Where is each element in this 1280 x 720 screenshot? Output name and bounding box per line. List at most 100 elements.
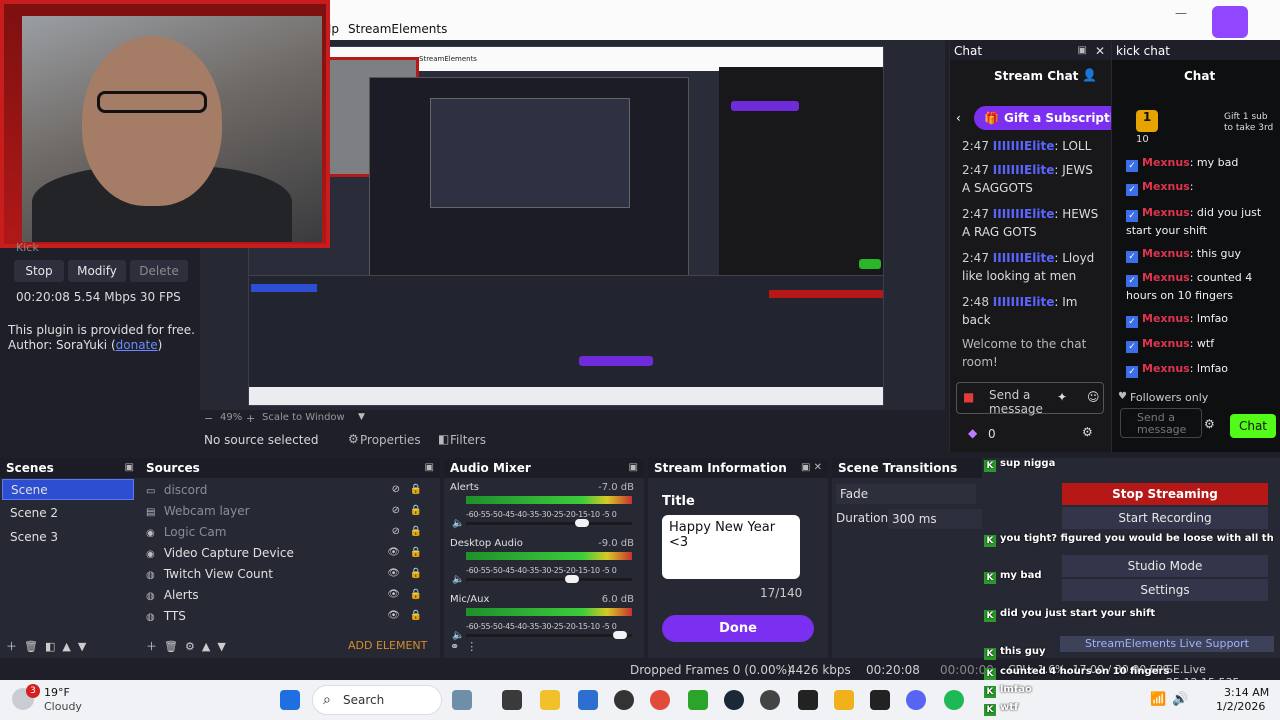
eye-icon[interactable]: 👁 [387, 585, 400, 605]
kick-username[interactable]: Mexnus [1142, 180, 1190, 193]
stop-streaming-button[interactable]: Stop Streaming [1062, 483, 1268, 505]
move-up-icon[interactable]: ▲ [202, 640, 210, 653]
file-explorer-icon[interactable] [540, 690, 560, 710]
volume-slider-handle[interactable] [565, 575, 579, 583]
scene-item[interactable]: Scene [2, 479, 134, 500]
discord-icon[interactable] [906, 690, 926, 710]
lock-icon[interactable]: 🔒 [410, 522, 422, 542]
speaker-icon[interactable]: 🔈 [452, 630, 464, 641]
undock-icon[interactable]: ▣ [1078, 42, 1087, 60]
add-element-button[interactable]: ADD ELEMENT [348, 639, 427, 652]
stop-button[interactable]: Stop [14, 260, 64, 282]
scale-dropdown-icon[interactable]: ▼ [358, 412, 365, 422]
app-icon[interactable] [760, 690, 780, 710]
gear-icon[interactable]: ⚙ [185, 640, 195, 653]
rockstar-icon[interactable] [834, 690, 854, 710]
undock-icon[interactable]: ▣ [125, 458, 134, 478]
speaker-icon[interactable]: 🔈 [452, 518, 464, 529]
chat-username[interactable]: IIIIIIIElite [993, 251, 1055, 265]
move-up-icon[interactable]: ▲ [62, 640, 70, 653]
volume-slider[interactable] [466, 575, 632, 583]
trash-icon[interactable]: 🗑 [24, 640, 38, 653]
kick-username[interactable]: Mexnus [1142, 312, 1190, 325]
users-icon[interactable]: 👤 [1082, 68, 1097, 82]
source-item[interactable]: ◉ Video Capture Device 👁 🔒 [146, 543, 436, 563]
properties-button[interactable]: Properties [360, 433, 421, 447]
filters-button[interactable]: Filters [450, 433, 486, 447]
eye-off-icon[interactable]: ⊘ [392, 480, 400, 500]
source-item[interactable]: ◍ Alerts 👁 🔒 [146, 585, 436, 605]
eye-icon[interactable]: 👁 [387, 543, 400, 563]
source-item[interactable]: ◍ TTS 👁 🔒 [146, 606, 436, 626]
start-recording-button[interactable]: Start Recording [1062, 507, 1268, 529]
camera-icon[interactable]: ■ [963, 390, 974, 404]
kick-username[interactable]: Mexnus [1142, 337, 1190, 350]
source-item[interactable]: ◍ Twitch View Count 👁 🔒 [146, 564, 436, 584]
transition-select[interactable]: Fade [836, 484, 976, 504]
zoom-plus-icon[interactable]: + [246, 412, 255, 425]
volume-slider[interactable] [466, 631, 632, 639]
move-down-icon[interactable]: ▼ [217, 640, 225, 653]
lock-icon[interactable]: 🔒 [410, 543, 422, 563]
calculator-icon[interactable] [578, 690, 598, 710]
trash-icon[interactable]: 🗑 [164, 640, 178, 653]
volume-slider-handle[interactable] [613, 631, 627, 639]
kick-username[interactable]: Mexnus [1142, 206, 1190, 219]
lock-icon[interactable]: 🔒 [410, 480, 422, 500]
back-chevron-icon[interactable]: ‹ [956, 111, 961, 125]
eye-off-icon[interactable]: ⊘ [392, 522, 400, 542]
minimize-icon[interactable]: — [1175, 6, 1187, 20]
taskbar-search[interactable]: ⌕ Search [312, 685, 442, 715]
copilot-icon[interactable] [452, 690, 472, 710]
eye-icon[interactable]: 👁 [387, 606, 400, 626]
kick-username[interactable]: Mexnus [1142, 271, 1190, 284]
donate-link[interactable]: donate [116, 338, 158, 352]
duration-input[interactable]: 300 ms [888, 509, 982, 529]
lock-icon[interactable]: 🔒 [410, 501, 422, 521]
obs-icon[interactable] [614, 690, 634, 710]
lock-icon[interactable]: 🔒 [410, 585, 422, 605]
delete-button[interactable]: Delete [130, 260, 188, 282]
lock-icon[interactable]: 🔒 [410, 564, 422, 584]
source-item[interactable]: ▭ discord ⊘ 🔒 [146, 480, 436, 500]
kick-chat-button[interactable]: Chat [1230, 414, 1276, 438]
undock-icon[interactable]: ▣ [425, 458, 434, 478]
speaker-icon[interactable]: 🔈 [452, 574, 464, 585]
windows-start-icon[interactable] [280, 690, 300, 710]
epic-games-icon[interactable] [798, 690, 818, 710]
xbox-icon[interactable] [688, 690, 708, 710]
gift-subscription-button[interactable]: 🎁 Gift a Subscription [974, 106, 1114, 130]
chat-username[interactable]: IIIIIIIElite [993, 207, 1055, 221]
close-icon[interactable]: ▣ ✕ [801, 458, 822, 478]
kick-username[interactable]: Mexnus [1142, 156, 1190, 169]
scene-item[interactable]: Scene 3 [2, 527, 134, 548]
lock-icon[interactable]: 🔒 [410, 606, 422, 626]
sparkle-icon[interactable]: ✦ [1057, 390, 1067, 404]
stream-title-input[interactable]: Happy New Year <3 [662, 515, 800, 579]
chat-username[interactable]: IIIIIIIElite [993, 295, 1055, 309]
program-preview[interactable]: StreamElements [248, 46, 884, 406]
add-icon[interactable]: ＋ [6, 640, 17, 653]
eye-icon[interactable]: 👁 [387, 564, 400, 584]
kick-username[interactable]: Mexnus [1142, 247, 1190, 260]
emote-icon[interactable]: ☺ [1087, 390, 1100, 404]
volume-slider[interactable] [466, 519, 632, 527]
kick-settings-icon[interactable]: ⚙ [1204, 417, 1215, 431]
steam-icon[interactable] [724, 690, 744, 710]
filter-icon[interactable]: ◧ [45, 640, 55, 653]
chat-username[interactable]: IIIIIIIElite [993, 163, 1055, 177]
source-item[interactable]: ▤ Webcam layer ⊘ 🔒 [146, 501, 436, 521]
done-button[interactable]: Done [662, 615, 814, 642]
eye-off-icon[interactable]: ⊘ [392, 501, 400, 521]
add-icon[interactable]: ＋ [146, 640, 157, 653]
kick-send-input[interactable]: Send a message [1120, 408, 1202, 438]
close-icon[interactable]: ✕ [1095, 42, 1105, 60]
zoom-minus-icon[interactable]: − [204, 412, 213, 425]
settings-gear-icon[interactable]: ⚙ [1082, 425, 1093, 439]
spotify-icon[interactable] [944, 690, 964, 710]
app-launcher-icon[interactable] [870, 690, 890, 710]
move-down-icon[interactable]: ▼ [78, 640, 86, 653]
modify-button[interactable]: Modify [68, 260, 126, 282]
volume-slider-handle[interactable] [575, 519, 589, 527]
chrome-icon[interactable] [650, 690, 670, 710]
